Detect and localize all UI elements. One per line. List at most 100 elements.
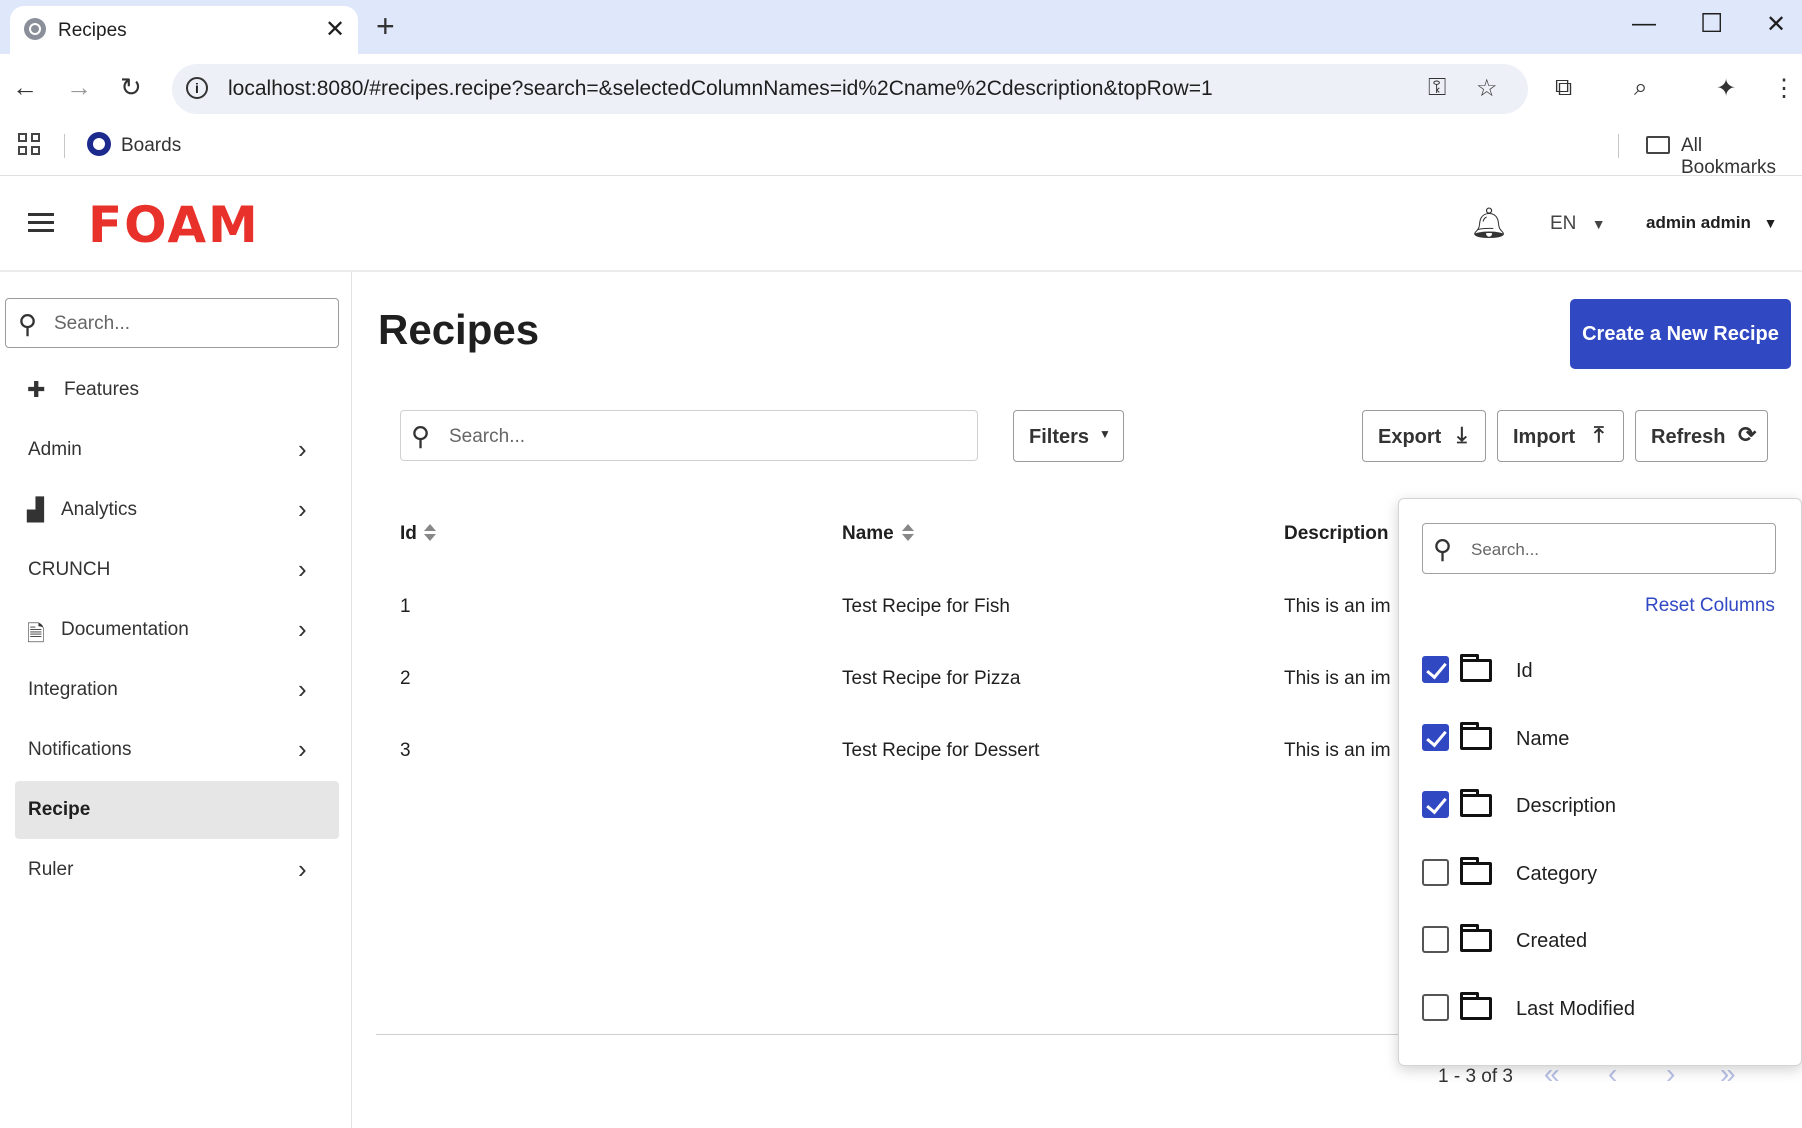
tab-search-icon[interactable]: ⌕ — [1634, 74, 1647, 102]
column-header-name[interactable]: Name — [842, 523, 894, 545]
sidebar-item-analytics[interactable]: ▟ Analytics › — [15, 481, 339, 539]
browser-tab[interactable]: Recipes ✕ — [10, 6, 358, 54]
site-info-icon[interactable]: i — [186, 77, 208, 99]
new-tab-icon[interactable]: + — [376, 8, 395, 45]
import-button[interactable]: Import ⤒ — [1497, 410, 1624, 462]
column-selector-popup — [1398, 498, 1802, 1066]
cell-name: Test Recipe for Fish — [842, 596, 1010, 617]
column-option-name[interactable]: Name — [1422, 718, 1782, 758]
browser-menu-icon[interactable]: ⋮ — [1772, 74, 1796, 103]
sidebar-item-features[interactable]: ✚ Features — [15, 361, 339, 419]
foam-logo[interactable]: FOAM — [88, 196, 260, 254]
extensions-icon[interactable]: ⧉ — [1555, 74, 1572, 102]
checkbox-unchecked[interactable] — [1422, 926, 1449, 953]
pagination-count: 1 - 3 of 3 — [1438, 1066, 1513, 1087]
sidebar-item-admin[interactable]: Admin › — [15, 421, 339, 479]
filters-label: Filters — [1029, 426, 1090, 448]
column-header-description[interactable]: Description — [1284, 523, 1389, 545]
app-header — [0, 176, 1802, 272]
column-option-description[interactable]: Description — [1422, 785, 1782, 825]
sidebar-item-label: Features — [64, 379, 139, 400]
checkbox-checked[interactable] — [1422, 791, 1449, 818]
language-selector[interactable]: EN ▼ — [1550, 213, 1606, 235]
back-icon[interactable]: ← — [12, 72, 38, 103]
checkbox-unchecked[interactable] — [1422, 859, 1449, 886]
checkbox-unchecked[interactable] — [1422, 994, 1449, 1021]
filters-button[interactable]: Filters ▼ — [1013, 410, 1124, 462]
sidebar-item-integration[interactable]: Integration › — [15, 661, 339, 719]
column-option-label: Created — [1516, 930, 1588, 952]
globe-icon — [24, 18, 46, 40]
url-text[interactable]: localhost:8080/#recipes.recipe?search=&s… — [228, 77, 1213, 101]
column-option-category[interactable]: Category — [1422, 853, 1782, 893]
minimize-icon[interactable]: — — [1632, 10, 1656, 38]
all-bookmarks[interactable]: All Bookmarks — [1681, 135, 1802, 179]
table-search-placeholder: Search... — [449, 426, 526, 447]
sidebar-item-notifications[interactable]: Notifications › — [15, 721, 339, 779]
column-option-label: Last Modified — [1516, 998, 1635, 1020]
sidebar-item-crunch[interactable]: CRUNCH › — [15, 541, 339, 599]
notification-bell-icon[interactable]: 🔔︎ — [1470, 206, 1508, 241]
window-close-icon[interactable]: ✕ — [1766, 10, 1786, 39]
table-search-input[interactable]: ⚲ Search... — [400, 410, 978, 461]
cell-name: Test Recipe for Pizza — [842, 668, 1021, 689]
user-menu[interactable]: admin admin ▼ — [1646, 213, 1777, 233]
bookmark-boards[interactable]: Boards — [121, 135, 181, 157]
column-option-label: Name — [1516, 728, 1570, 750]
language-label: EN — [1550, 213, 1577, 234]
column-option-last-modified[interactable]: Last Modified — [1422, 988, 1782, 1028]
maximize-icon[interactable]: ☐ — [1700, 8, 1723, 39]
close-tab-icon[interactable]: ✕ — [325, 15, 345, 44]
column-header-id[interactable]: Id — [400, 523, 417, 545]
sidebar-item-label: Notifications — [28, 739, 132, 760]
search-icon: ⚲ — [1433, 534, 1453, 564]
puzzle-icon: ✚ — [27, 377, 46, 402]
search-icon: ⚲ — [18, 309, 38, 339]
reset-columns-link[interactable]: Reset Columns — [1645, 595, 1775, 617]
cell-id: 3 — [400, 740, 411, 761]
column-search-input[interactable]: ⚲ Search... — [1422, 523, 1776, 574]
sort-icon[interactable] — [423, 521, 437, 543]
chevron-right-icon: › — [298, 494, 307, 524]
sidebar-item-ruler[interactable]: Ruler › — [15, 841, 339, 899]
create-recipe-button[interactable]: Create a New Recipe — [1570, 299, 1791, 369]
column-option-label: Id — [1516, 660, 1533, 682]
folder-icon — [1460, 789, 1492, 817]
sidebar-search-input[interactable]: ⚲ Search... — [5, 298, 339, 348]
sort-icon[interactable] — [901, 521, 915, 543]
sidebar-search-placeholder: Search... — [54, 313, 131, 334]
folder-icon — [1646, 136, 1670, 154]
refresh-button[interactable]: Refresh ⟳ — [1635, 410, 1768, 462]
column-option-created[interactable]: Created — [1422, 920, 1782, 960]
sidebar-item-label: Integration — [28, 679, 118, 700]
sidebar-item-recipe[interactable]: Recipe — [15, 781, 339, 839]
profile-avatar-icon[interactable]: ✦ — [1716, 74, 1736, 103]
column-option-id[interactable]: Id — [1422, 650, 1782, 690]
address-bar[interactable]: i localhost:8080/#recipes.recipe?search=… — [172, 64, 1528, 114]
caret-down-icon: ▼ — [1591, 216, 1606, 232]
bookmark-separator — [64, 134, 65, 158]
chart-icon: ▟ — [27, 497, 44, 522]
bookmark-star-icon[interactable]: ☆ — [1476, 74, 1498, 103]
forward-icon[interactable]: → — [66, 72, 92, 103]
chevron-right-icon: › — [298, 434, 307, 464]
reload-icon[interactable]: ↻ — [120, 72, 142, 103]
sidebar-item-label: Admin — [28, 439, 82, 460]
export-button[interactable]: Export ⤓ — [1362, 410, 1486, 462]
password-key-icon[interactable]: ⚿ — [1428, 74, 1446, 102]
menu-icon[interactable] — [28, 213, 54, 233]
folder-icon — [1460, 722, 1492, 750]
checkbox-checked[interactable] — [1422, 724, 1449, 751]
upload-icon: ⤒ — [1594, 422, 1604, 447]
folder-icon — [1460, 992, 1492, 1020]
checkbox-checked[interactable] — [1422, 656, 1449, 683]
apps-grid-icon[interactable] — [18, 133, 42, 157]
cell-description: This is an im — [1284, 668, 1391, 689]
user-name: admin admin — [1646, 213, 1751, 232]
chevron-right-icon: › — [298, 854, 307, 884]
sidebar-item-label: Recipe — [28, 799, 91, 820]
chevron-right-icon: › — [298, 614, 307, 644]
sidebar-item-documentation[interactable]: 🗎︎ Documentation › — [15, 601, 339, 659]
search-icon: ⚲ — [411, 421, 431, 451]
caret-down-icon: ▼ — [1763, 215, 1778, 231]
